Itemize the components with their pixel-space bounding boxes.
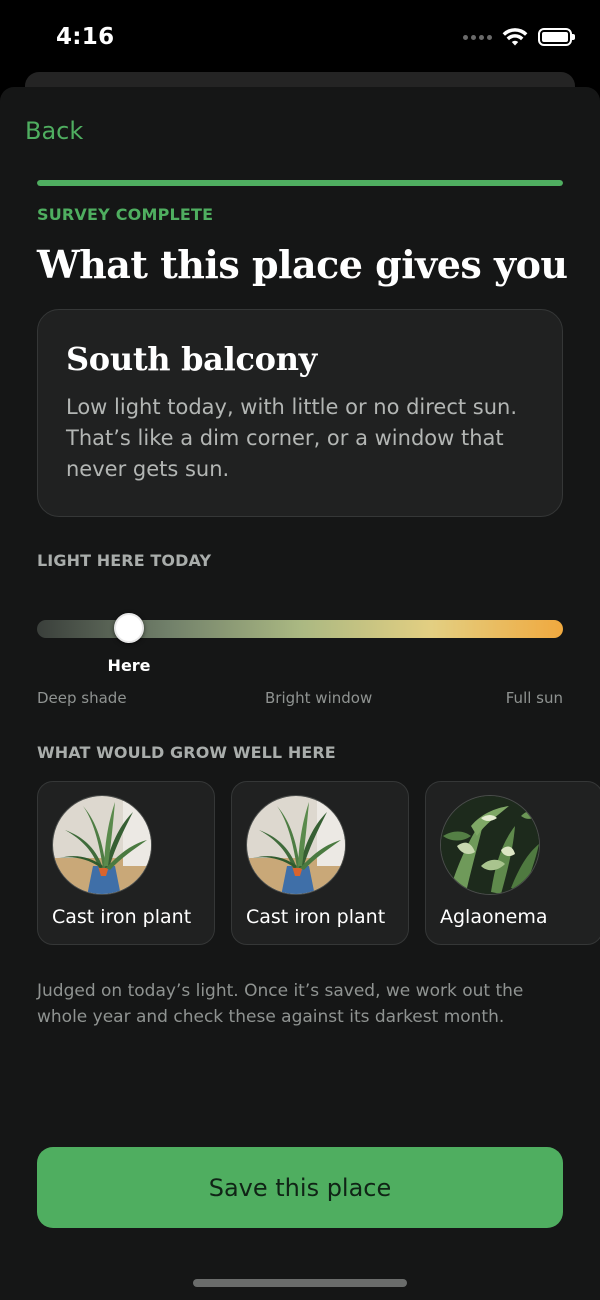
- plant-photo: [52, 795, 152, 895]
- plant-name: Cast iron plant: [52, 906, 192, 928]
- home-indicator: [193, 1279, 407, 1287]
- wifi-icon: [502, 28, 528, 46]
- plant-card[interactable]: Aglaonema: [425, 781, 600, 945]
- place-name: South balcony: [66, 340, 317, 378]
- plant-card[interactable]: Cast iron plant: [37, 781, 215, 945]
- progress-bar-fill: [37, 180, 563, 186]
- save-place-button[interactable]: Save this place: [37, 1147, 563, 1228]
- place-summary-card: South balcony Low light today, with litt…: [37, 309, 563, 517]
- survey-status-label: SURVEY COMPLETE: [37, 205, 214, 224]
- cellular-dots-icon: [463, 34, 492, 40]
- progress-bar: [37, 180, 563, 186]
- scale-label-full-sun: Full sun: [505, 689, 563, 707]
- status-icons: [463, 27, 575, 47]
- plant-photo: [246, 795, 346, 895]
- place-light-description: Low light today, with little or no direc…: [66, 395, 518, 481]
- battery-icon: [538, 28, 575, 46]
- light-section-label: LIGHT HERE TODAY: [37, 551, 212, 570]
- plant-carousel[interactable]: Cast iron plant Cast iron plant Aglaonem…: [37, 781, 600, 947]
- footnote-text: Judged on today’s light. Once it’s saved…: [37, 981, 524, 1027]
- back-button[interactable]: Back: [25, 117, 83, 145]
- scale-label-bright-window: Bright window: [265, 689, 373, 707]
- status-bar: 4:16: [0, 0, 600, 78]
- light-level-scale: [37, 613, 563, 643]
- plant-name: Aglaonema: [440, 906, 548, 928]
- plant-card[interactable]: Cast iron plant: [231, 781, 409, 945]
- light-marker-label: Here: [107, 656, 151, 675]
- plant-photo: [440, 795, 540, 895]
- scale-label-deep-shade: Deep shade: [37, 689, 127, 707]
- survey-result-sheet: Back SURVEY COMPLETE What this place giv…: [0, 87, 600, 1300]
- light-level-marker: [114, 613, 145, 643]
- plants-section-label: WHAT WOULD GROW WELL HERE: [37, 743, 336, 762]
- plant-name: Cast iron plant: [246, 906, 386, 928]
- page-title: What this place gives you: [37, 242, 568, 287]
- status-time: 4:16: [56, 24, 115, 50]
